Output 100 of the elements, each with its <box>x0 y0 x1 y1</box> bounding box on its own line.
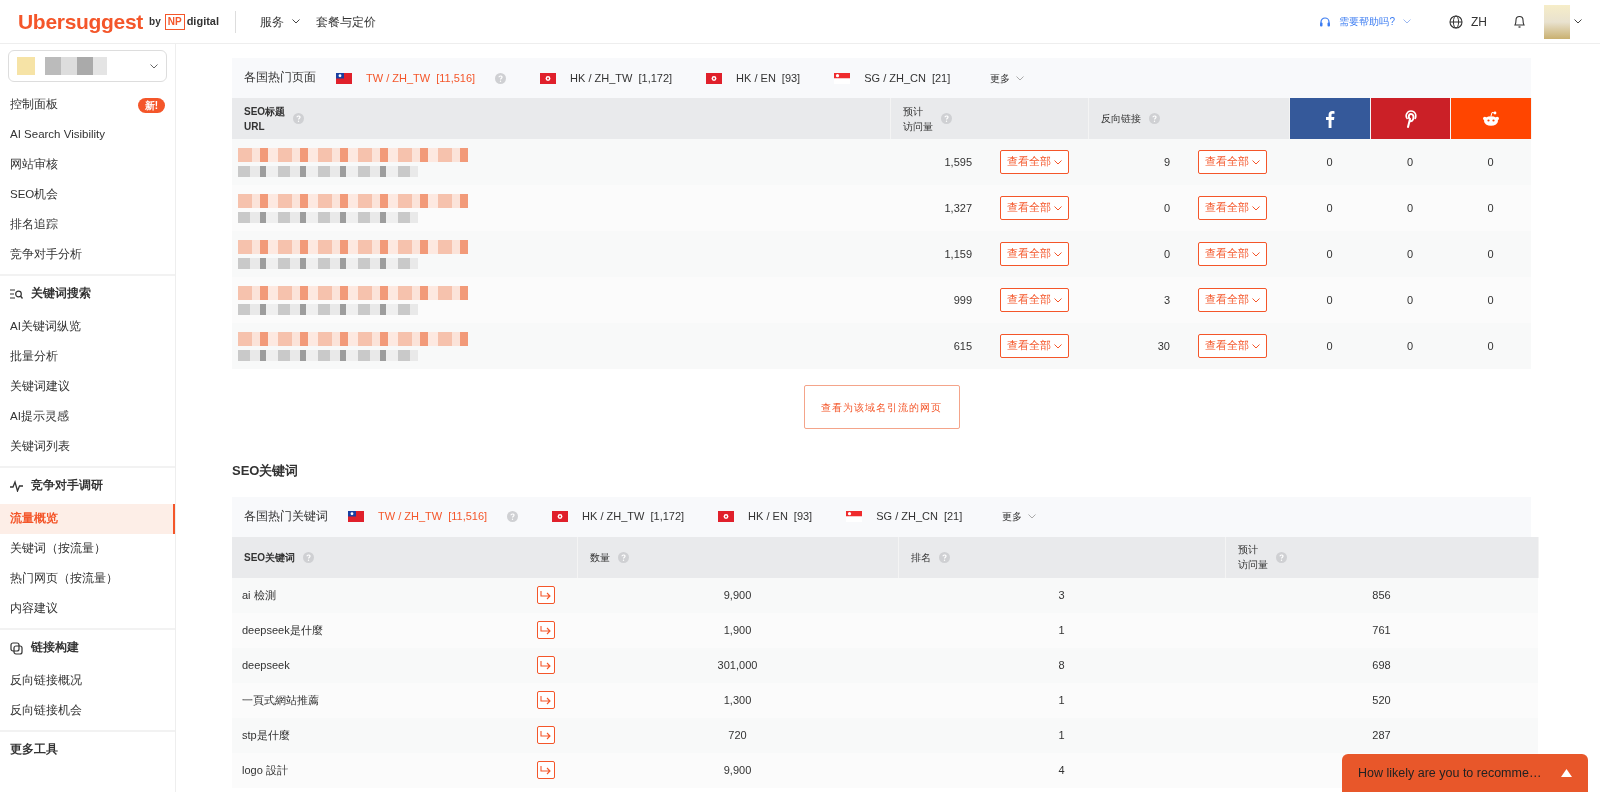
sidebar-item[interactable]: SEO机会 <box>0 180 175 210</box>
chevron-down-icon <box>1252 343 1260 349</box>
table-cell: 0 <box>1289 231 1370 277</box>
view-all-button[interactable]: 查看全部 <box>1000 242 1069 266</box>
keyword-cell: deepseek <box>232 647 527 683</box>
view-all-button[interactable]: 查看全部 <box>1000 150 1069 174</box>
table-cell: 9 <box>1088 139 1180 185</box>
flag-icon <box>552 511 569 522</box>
table-cell: 0 <box>1450 277 1531 323</box>
copy-link-icon <box>10 641 23 655</box>
sidebar-item[interactable]: AI Search Visibility <box>0 120 175 150</box>
pulse-icon <box>10 480 23 492</box>
more-dropdown[interactable]: 更多 <box>984 69 1031 87</box>
bell-icon[interactable] <box>1513 14 1526 29</box>
table-cell: 0 <box>1370 185 1450 231</box>
open-keyword-button[interactable] <box>537 726 555 744</box>
view-all-button[interactable]: 查看全部 <box>1198 334 1267 358</box>
country-tab[interactable]: HK / EN [93] <box>706 69 801 87</box>
table-cell: 1,300 <box>577 682 898 718</box>
country-tab[interactable]: HK / ZH_TW [1,172] <box>552 508 685 525</box>
sidebar-section-title: 竞争对手调研 <box>31 477 103 494</box>
chevron-down-icon <box>1054 343 1062 349</box>
table-cell: 0 <box>1289 277 1370 323</box>
open-keyword-button[interactable] <box>537 656 555 674</box>
open-keyword-button[interactable] <box>537 586 555 604</box>
table-cell: 1,327 <box>890 185 982 231</box>
sidebar-item[interactable]: 内容建议 <box>0 594 175 624</box>
language-button[interactable]: ZH <box>1441 12 1495 31</box>
table-cell: 3 <box>1088 277 1180 323</box>
keyword-cell: 一頁式網站推薦 <box>232 682 527 718</box>
sidebar-item[interactable]: AI关键词纵览 <box>0 312 175 342</box>
avatar-placeholder[interactable] <box>1544 4 1570 39</box>
nav-link[interactable]: 套餐与定价 <box>308 12 385 31</box>
chevron-down-icon <box>1054 205 1062 211</box>
table-cell: 1,900 <box>577 612 898 648</box>
table-cell: 9,900 <box>577 752 898 788</box>
table-cell: 698 <box>1225 647 1538 683</box>
sidebar-item[interactable]: 网站审核 <box>0 150 175 180</box>
nav-link[interactable]: 服务 <box>252 12 309 31</box>
sidebar-item[interactable]: 关键词建议 <box>0 372 175 402</box>
view-all-button[interactable]: 查看全部 <box>1198 196 1267 220</box>
view-all-button[interactable]: 查看全部 <box>1198 150 1267 174</box>
sidebar-item[interactable]: 热门网页（按流量） <box>0 564 175 594</box>
search-list-icon <box>10 288 23 300</box>
table-cell: 301,000 <box>577 647 898 683</box>
table-cell: 1 <box>898 682 1225 718</box>
help-icon <box>495 72 507 84</box>
help-icon <box>938 551 950 563</box>
arrow-into-icon <box>540 660 552 670</box>
chevron-down-icon <box>1252 251 1260 257</box>
globe-icon <box>1449 14 1463 29</box>
country-tab[interactable]: SG / ZH_CN [21] <box>834 69 951 87</box>
view-all-button[interactable]: 查看全部 <box>1198 288 1267 312</box>
table-cell: 0 <box>1088 231 1180 277</box>
table-cell: 0 <box>1450 185 1531 231</box>
sidebar-item[interactable]: AI提示灵感 <box>0 402 175 432</box>
view-pages-button[interactable]: 查看为该域名引流的网页 <box>803 385 960 429</box>
view-all-button[interactable]: 查看全部 <box>1198 242 1267 266</box>
open-keyword-button[interactable] <box>537 691 555 709</box>
project-selector[interactable] <box>8 50 167 82</box>
country-tab[interactable]: HK / EN [93] <box>718 508 813 525</box>
table-cell: 1 <box>898 612 1225 648</box>
country-tab[interactable]: HK / ZH_TW [1,172] <box>540 69 673 87</box>
table-cell: 9,900 <box>577 577 898 613</box>
sidebar-item[interactable]: 反向链接机会 <box>0 696 175 726</box>
sidebar-item[interactable]: 竞争对手分析 <box>0 240 175 270</box>
logo-np-mark: NP <box>164 13 185 30</box>
chevron-down-icon <box>1016 75 1025 81</box>
sidebar-item[interactable]: 批量分析 <box>0 342 175 372</box>
help-link[interactable]: 需要帮助吗? <box>1313 13 1417 30</box>
sidebar-section-title: 链接构建 <box>31 640 79 656</box>
sidebar-item[interactable]: 反向链接概况 <box>0 666 175 696</box>
column-header: 排名 <box>910 550 931 565</box>
view-all-button[interactable]: 查看全部 <box>1000 196 1069 220</box>
flag-icon <box>348 511 364 522</box>
table-cell: 1,595 <box>890 139 982 185</box>
view-all-button[interactable]: 查看全部 <box>1000 288 1069 312</box>
table-cell: 0 <box>1450 231 1531 277</box>
more-dropdown[interactable]: 更多 <box>996 508 1043 525</box>
survey-tab[interactable]: How likely are you to recomme… <box>1342 754 1588 792</box>
open-keyword-button[interactable] <box>537 761 555 779</box>
country-tab[interactable]: SG / ZH_CN [21] <box>846 508 963 525</box>
arrow-into-icon <box>540 765 552 775</box>
sidebar-item[interactable]: 关键词（按流量） <box>0 534 175 564</box>
sidebar-item[interactable]: 排名追踪 <box>0 210 175 240</box>
chevron-down-icon <box>150 63 158 69</box>
flag-icon <box>846 511 863 522</box>
caret-up-icon <box>1561 769 1572 777</box>
flag-icon <box>834 72 851 84</box>
keyword-cell: logo 設計 <box>232 752 527 788</box>
chevron-down-icon <box>1054 297 1062 303</box>
view-all-button[interactable]: 查看全部 <box>1000 334 1069 358</box>
sidebar-item[interactable]: 控制面板 新! <box>0 90 175 120</box>
sidebar-item[interactable]: 关键词列表 <box>0 432 175 462</box>
help-icon <box>507 511 519 522</box>
chevron-down-icon <box>1054 251 1062 257</box>
help-icon <box>293 113 305 124</box>
table-cell: 0 <box>1289 323 1370 369</box>
open-keyword-button[interactable] <box>537 621 555 639</box>
sidebar-section-title: 关键词搜索 <box>31 285 91 302</box>
